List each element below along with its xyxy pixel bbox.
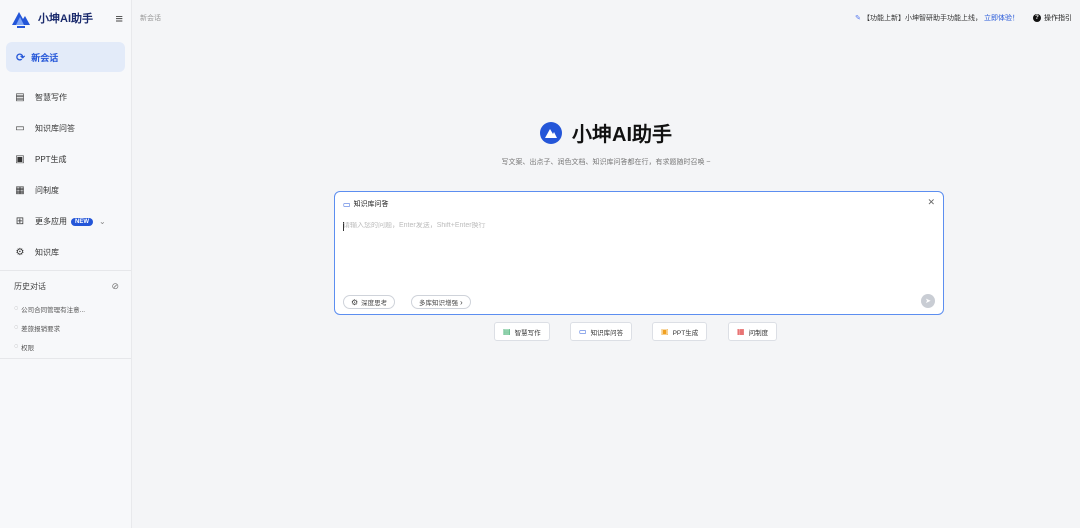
mode-label: 知识库问答	[353, 201, 389, 208]
document-edit-icon: ▤	[15, 92, 25, 103]
sidebar-item-label: PPT生成	[35, 155, 67, 164]
help-icon: ?	[1033, 14, 1041, 22]
new-chat-button[interactable]: ⟳ 新会话	[6, 42, 125, 72]
quick-action-label: 知识库问答	[590, 329, 624, 337]
chevron-down-icon: ⌄	[99, 217, 106, 226]
book-icon: ▭	[15, 123, 25, 134]
chevron-right-icon: ›	[460, 297, 463, 307]
sidebar-divider	[0, 358, 131, 359]
hero-title: 小坤AI助手	[540, 118, 672, 147]
clock-icon[interactable]: ⊘	[111, 281, 119, 292]
close-icon[interactable]: ✕	[927, 197, 935, 208]
chat-bubble-icon: ◌	[14, 324, 19, 331]
multi-kb-label: 多库知识增强	[419, 300, 458, 307]
quick-action-ppt[interactable]: ▣ PPT生成	[652, 322, 708, 341]
guide-button[interactable]: ? 操作指引	[1033, 13, 1072, 23]
sidebar-item-label: 智慧写作	[35, 93, 67, 102]
history-header: 历史对话 ⊘	[0, 273, 131, 299]
brand-header: 小坤AI助手 ≡	[0, 0, 131, 36]
gear-icon: ⚙	[351, 297, 359, 307]
ppt-icon: ▣	[15, 154, 25, 165]
history-item[interactable]: ◌ 差旅报销要求	[0, 318, 131, 337]
guide-label: 操作指引	[1044, 15, 1072, 22]
quick-action-smart-writing[interactable]: ▤ 智慧写作	[494, 322, 550, 341]
history-item-label: 差旅报销要求	[21, 325, 61, 333]
sidebar-item-label: 更多应用	[35, 217, 67, 226]
message-input[interactable]	[343, 222, 933, 229]
sidebar-item-label: 知识库问答	[35, 124, 75, 133]
quick-action-label: 智慧写作	[514, 329, 541, 337]
sidebar-item-knowledge-base[interactable]: ⚙ 知识库	[0, 237, 131, 268]
sidebar-divider	[0, 270, 131, 271]
quick-action-label: 问制度	[748, 329, 769, 337]
history-item-label: 公司合同管理有注意...	[21, 306, 86, 314]
chat-composer: ▭ 知识库问答 ✕ ⚙ 深度思考 多库知识增强 › ➤	[334, 191, 944, 315]
app-window: 小坤AI助手 ≡ ⟳ 新会话 ▤ 智慧写作 ▭ 知识库问答 ▣ PPT生成 ▦ …	[0, 0, 1080, 528]
send-button[interactable]: ➤	[921, 294, 935, 308]
sidebar-item-label: 问制度	[35, 186, 59, 195]
mountain-logo-icon	[12, 12, 30, 28]
clipboard-icon: ▦	[737, 327, 745, 336]
sidebar-item-ppt[interactable]: ▣ PPT生成	[0, 144, 131, 175]
pin-icon: ✎	[855, 15, 861, 22]
book-icon: ▭	[343, 199, 351, 209]
new-chat-label: 新会话	[31, 52, 59, 63]
new-badge: NEW	[71, 217, 93, 226]
grid-icon: ⊞	[15, 216, 25, 227]
document-edit-icon: ▤	[503, 327, 511, 336]
sidebar-item-label: 知识库	[35, 248, 59, 257]
brand-name: 小坤AI助手	[38, 13, 93, 25]
history-item-label: 权限	[21, 344, 35, 352]
send-icon: ➤	[925, 298, 931, 305]
sidebar-item-kb-qa[interactable]: ▭ 知识库问答	[0, 113, 131, 144]
mode-chip: ▭ 知识库问答	[343, 199, 389, 209]
menu-toggle-icon[interactable]: ≡	[115, 11, 123, 26]
announcement: ✎ 【功能上新】小坤智研助手功能上线， 立即体验！	[855, 13, 1019, 23]
history-item[interactable]: ◌ 权限	[0, 337, 131, 356]
new-chat-icon: ⟳	[16, 51, 26, 64]
deep-think-label: 深度思考	[361, 300, 388, 307]
quick-action-policy[interactable]: ▦ 问制度	[728, 322, 778, 341]
sidebar-item-policy[interactable]: ▦ 问制度	[0, 175, 131, 206]
announcement-link[interactable]: 立即体验！	[984, 13, 1019, 23]
history-item[interactable]: ◌ 公司合同管理有注意...	[0, 299, 131, 318]
chat-bubble-icon: ◌	[14, 343, 19, 350]
announcement-text: 【功能上新】小坤智研助手功能上线，	[863, 15, 982, 22]
gear-icon: ⚙	[15, 247, 25, 258]
clipboard-icon: ▦	[15, 185, 25, 196]
top-bar: 新会话 ✎ 【功能上新】小坤智研助手功能上线， 立即体验！ ? 操作指引	[132, 0, 1080, 36]
multi-kb-button[interactable]: 多库知识增强 ›	[411, 295, 471, 309]
brand-logo-icon	[540, 121, 562, 144]
chat-bubble-icon: ◌	[14, 305, 19, 312]
sidebar-item-more-apps[interactable]: ⊞ 更多应用 NEW ⌄	[0, 206, 131, 237]
quick-action-kb-qa[interactable]: ▭ 知识库问答	[570, 322, 633, 341]
deep-think-button[interactable]: ⚙ 深度思考	[343, 295, 396, 309]
hero-title-text: 小坤AI助手	[572, 124, 672, 146]
sidebar-item-smart-writing[interactable]: ▤ 智慧写作	[0, 82, 131, 113]
breadcrumb: 新会话	[140, 15, 161, 22]
sidebar: 小坤AI助手 ≡ ⟳ 新会话 ▤ 智慧写作 ▭ 知识库问答 ▣ PPT生成 ▦ …	[0, 0, 132, 528]
hero-subtitle: 写文案、出点子、润色文档、知识库问答都在行，有求题随时召唤 ~	[501, 159, 711, 166]
ppt-icon: ▣	[661, 327, 669, 336]
hero: 小坤AI助手 写文案、出点子、润色文档、知识库问答都在行，有求题随时召唤 ~	[132, 118, 1080, 167]
quick-action-label: PPT生成	[672, 329, 699, 337]
book-icon: ▭	[579, 327, 587, 336]
history-title: 历史对话	[14, 281, 46, 291]
